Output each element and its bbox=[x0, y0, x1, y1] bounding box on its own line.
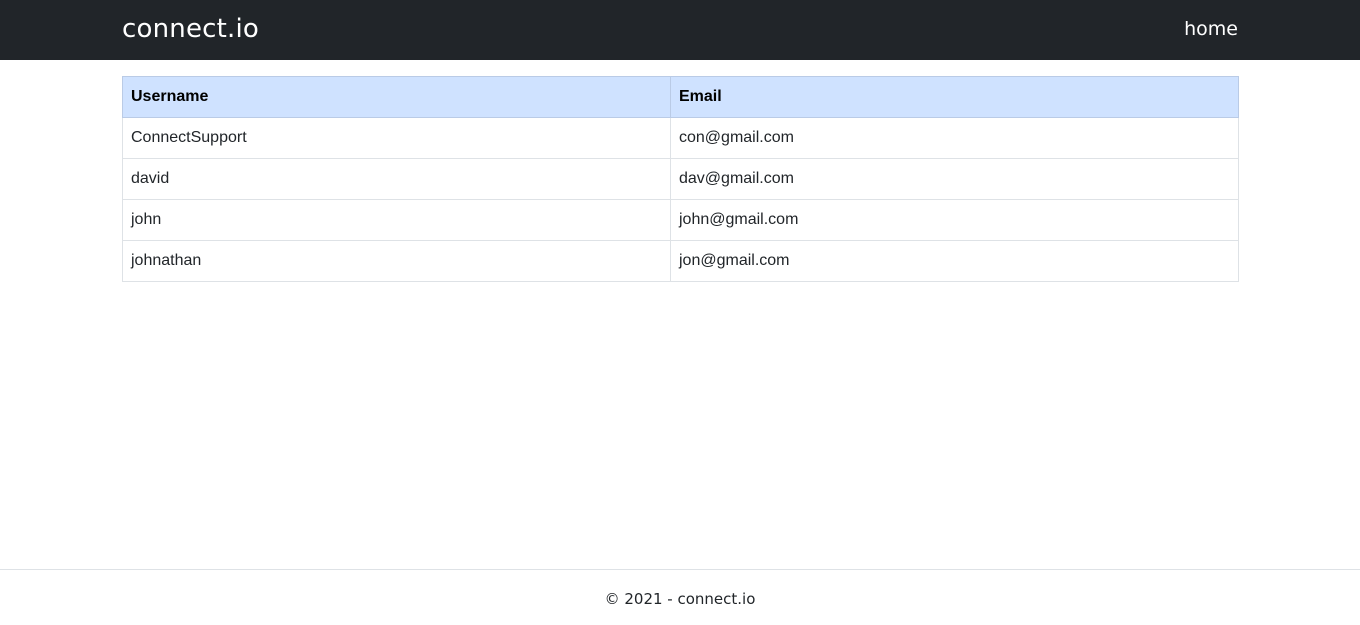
username-cell: ConnectSupport bbox=[122, 117, 671, 159]
email-cell: con@gmail.com bbox=[670, 117, 1239, 159]
home-nav-link[interactable]: home bbox=[1184, 18, 1238, 40]
table-header-row: Username Email bbox=[122, 76, 1239, 118]
top-navbar: connect.io home bbox=[0, 0, 1360, 60]
users-table: Username Email ConnectSupport con@gmail.… bbox=[122, 76, 1239, 282]
footer-copyright: © 2021 - connect.io bbox=[604, 590, 756, 608]
users-table-container: Username Email ConnectSupport con@gmail.… bbox=[122, 76, 1239, 282]
table-row: johnathan jon@gmail.com bbox=[122, 240, 1239, 282]
table-row: david dav@gmail.com bbox=[122, 158, 1239, 200]
email-cell: dav@gmail.com bbox=[670, 158, 1239, 200]
column-header-username: Username bbox=[122, 76, 671, 118]
page-footer: © 2021 - connect.io bbox=[0, 569, 1360, 625]
username-cell: johnathan bbox=[122, 240, 671, 282]
username-cell: john bbox=[122, 199, 671, 241]
brand-logo-link[interactable]: connect.io bbox=[122, 14, 259, 44]
column-header-email: Email bbox=[670, 76, 1239, 118]
table-body: ConnectSupport con@gmail.com david dav@g… bbox=[122, 117, 1239, 282]
email-cell: john@gmail.com bbox=[670, 199, 1239, 241]
table-row: ConnectSupport con@gmail.com bbox=[122, 117, 1239, 159]
email-cell: jon@gmail.com bbox=[670, 240, 1239, 282]
table-header: Username Email bbox=[122, 76, 1239, 118]
table-row: john john@gmail.com bbox=[122, 199, 1239, 241]
username-cell: david bbox=[122, 158, 671, 200]
